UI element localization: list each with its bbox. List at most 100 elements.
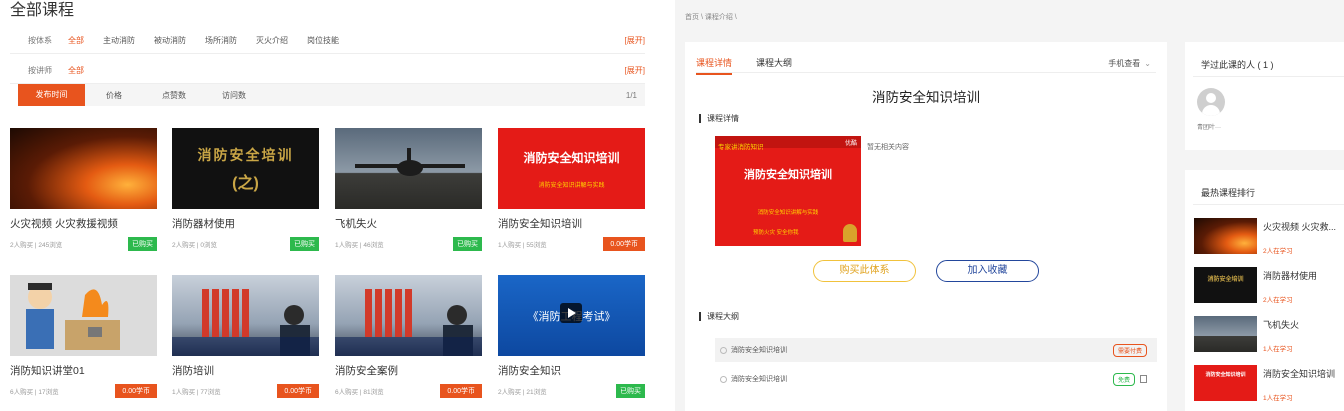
course-card[interactable]: 消防培训 1人购买 | 77浏览 0.00学币: [172, 275, 319, 398]
ranking-title[interactable]: 火灾视频 火灾救...: [1263, 220, 1343, 233]
course-card[interactable]: 消防知识讲堂01 6人购买 | 17浏览 0.00学币: [10, 275, 157, 398]
ranking-stat: 2人在学习: [1263, 297, 1293, 304]
lesson-radio-icon: [720, 375, 727, 383]
filter-teacher-all[interactable]: 全部: [68, 65, 84, 76]
buy-system-button[interactable]: 购买此体系: [813, 260, 916, 282]
avatar[interactable]: [1197, 88, 1225, 116]
course-title[interactable]: 消防知识讲堂01: [10, 363, 157, 378]
price-badge: 0.00学币: [277, 384, 319, 398]
lesson-row[interactable]: 消防安全知识培训 免费: [715, 367, 1157, 391]
sort-by-visits[interactable]: 访问数: [205, 90, 263, 101]
course-title[interactable]: 飞机失火: [335, 216, 482, 231]
filter-system-row: 按体系 全部 主动消防 被动消防 场所消防 灭火介绍 岗位技能 [展开]: [10, 28, 645, 54]
mobile-view-dropdown[interactable]: 手机查看 ⌄: [1108, 58, 1151, 69]
course-title[interactable]: 消防培训: [172, 363, 319, 378]
ranking-stat: 1人在学习: [1263, 346, 1293, 353]
filter-teacher-label: 按讲师: [28, 66, 52, 75]
course-thumbnail[interactable]: [335, 275, 482, 356]
course-card[interactable]: 《消防工程考试》 消防安全知识 2人购买 | 21浏览 已购买: [498, 275, 645, 398]
course-card[interactable]: 消防安全知识培训 消防安全知识讲解与实践 消防安全知识培训 1人购买 | 55浏…: [498, 128, 645, 251]
course-stats: 2人购买 | 245浏览: [10, 242, 63, 249]
course-meta-row: 2人购买 | 21浏览 已购买: [498, 384, 645, 398]
section-heading-outline: 课程大纲: [699, 312, 739, 321]
ranking-thumbnail[interactable]: [1194, 316, 1257, 352]
course-card[interactable]: 飞机失火 1人购买 | 46浏览 已购买: [335, 128, 482, 251]
course-thumbnail[interactable]: [335, 128, 482, 209]
ranking-item[interactable]: 消防安全培训 消防器材使用 2人在学习: [1194, 267, 1344, 307]
price-badge: 0.00学币: [603, 237, 645, 251]
ranking-title[interactable]: 消防器材使用: [1263, 269, 1343, 282]
course-meta-row: 1人购买 | 55浏览 0.00学币: [498, 237, 645, 251]
cover-strip-text: 专家讲消防知识: [718, 144, 764, 151]
lesson-row[interactable]: 消防安全知识培训 需要付费: [715, 338, 1157, 362]
course-stats: 2人购买 | 0浏览: [172, 242, 218, 249]
course-thumbnail[interactable]: 消防安全培训 (之): [172, 128, 319, 209]
course-stats: 2人购买 | 21浏览: [498, 389, 547, 396]
purchased-badge: 已购买: [128, 237, 157, 251]
price-badge: 0.00学币: [440, 384, 482, 398]
course-title[interactable]: 火灾视频 火灾救援视频: [10, 216, 157, 231]
course-grid: 火灾视频 火灾救援视频 2人购买 | 245浏览 已购买 消防安全培训 (之) …: [10, 128, 650, 411]
course-title[interactable]: 消防安全案例: [335, 363, 482, 378]
course-thumbnail[interactable]: 消防安全知识培训 消防安全知识讲解与实践: [498, 128, 645, 209]
cover-corner-text: 优酷: [844, 141, 857, 147]
screenshot-root: 全部课程 按体系 全部 主动消防 被动消防 场所消防 灭火介绍 岗位技能 [展开…: [0, 0, 1344, 411]
lesson-radio-icon: [720, 346, 727, 354]
course-thumbnail[interactable]: [172, 275, 319, 356]
course-card[interactable]: 火灾视频 火灾救援视频 2人购买 | 245浏览 已购买: [10, 128, 157, 251]
purchased-badge: 已购买: [453, 237, 482, 251]
course-card[interactable]: 消防安全培训 (之) 消防器材使用 2人购买 | 0浏览 已购买: [172, 128, 319, 251]
course-cover-image[interactable]: 专家讲消防知识 优酷 消防安全知识培训 消防安全知识讲解与实践 预防火灾 安全你…: [715, 136, 861, 246]
filter-system-passive[interactable]: 被动消防: [154, 35, 186, 46]
course-stats: 6人购买 | 17浏览: [10, 389, 59, 396]
sort-by-price[interactable]: 价格: [85, 90, 143, 101]
breadcrumb[interactable]: 首页 \ 课程介绍 \: [685, 12, 737, 22]
course-title[interactable]: 消防器材使用: [172, 216, 319, 231]
thumbnail-text: 消防安全知识讲解与实践: [538, 182, 605, 189]
course-stats: 1人购买 | 77浏览: [172, 389, 221, 396]
course-title[interactable]: 消防安全知识: [498, 363, 645, 378]
course-meta-row: 2人购买 | 0浏览 已购买: [172, 237, 319, 251]
course-heading: 消防安全知识培训: [872, 90, 980, 105]
ranking-thumbnail[interactable]: [1194, 218, 1257, 254]
ranking-title[interactable]: 消防安全知识培训: [1263, 367, 1343, 380]
sort-by-likes[interactable]: 点赞数: [143, 90, 205, 101]
ranking-item[interactable]: 火灾视频 火灾救... 2人在学习: [1194, 218, 1344, 258]
thumbnail-text: (之): [232, 174, 259, 192]
play-icon[interactable]: [560, 303, 582, 323]
add-favorite-button[interactable]: 加入收藏: [936, 260, 1039, 282]
course-thumbnail[interactable]: 《消防工程考试》: [498, 275, 645, 356]
ranking-stat: 2人在学习: [1263, 248, 1293, 255]
divider: [1193, 76, 1344, 77]
filter-system-site[interactable]: 场所消防: [205, 35, 237, 46]
document-icon[interactable]: [1140, 375, 1147, 383]
filter-system-extinguish[interactable]: 灭火介绍: [256, 35, 288, 46]
ranking-thumbnail[interactable]: 消防安全培训: [1194, 267, 1257, 303]
course-meta-row: 1人购买 | 77浏览 0.00学币: [172, 384, 319, 398]
lesson-name[interactable]: 消防安全知识培训: [731, 345, 787, 355]
mobile-view-label: 手机查看: [1108, 59, 1141, 68]
learner-name[interactable]: 青团叶···: [1197, 122, 1221, 131]
course-stats: 6人购买 | 81浏览: [335, 389, 384, 396]
filter-system-all[interactable]: 全部: [68, 35, 84, 46]
course-thumbnail[interactable]: [10, 128, 157, 209]
course-thumbnail[interactable]: [10, 275, 157, 356]
learners-card: 学过此课的人 ( 1 ) 青团叶···: [1185, 42, 1344, 150]
airplane-icon: [355, 148, 465, 176]
ranking-item[interactable]: 消防安全知识培训 消防安全知识培训 1人在学习: [1194, 365, 1344, 405]
filter-system-skills[interactable]: 岗位技能: [307, 35, 339, 46]
ranking-title[interactable]: 飞机失火: [1263, 318, 1343, 331]
ranking-item[interactable]: 飞机失火 1人在学习: [1194, 316, 1344, 356]
course-main-card: 课程详情 课程大纲 手机查看 ⌄ 消防安全知识培训 课程详情 专家讲消防知识 优酷…: [685, 42, 1167, 411]
ranking-thumbnail[interactable]: 消防安全知识培训: [1194, 365, 1257, 401]
filter-teacher-expand[interactable]: [展开]: [625, 65, 645, 76]
course-card[interactable]: 消防安全案例 6人购买 | 81浏览 0.00学币: [335, 275, 482, 398]
sort-by-date[interactable]: 发布时间: [18, 84, 85, 106]
thumbnail-text: 消防安全知识培训: [523, 150, 620, 165]
filter-system-expand[interactable]: [展开]: [625, 35, 645, 46]
course-title[interactable]: 消防安全知识培训: [498, 216, 645, 231]
ranking-stat: 1人在学习: [1263, 395, 1293, 402]
course-meta-row: 2人购买 | 245浏览 已购买: [10, 237, 157, 251]
lesson-name[interactable]: 消防安全知识培训: [731, 374, 787, 384]
filter-system-active[interactable]: 主动消防: [103, 35, 135, 46]
